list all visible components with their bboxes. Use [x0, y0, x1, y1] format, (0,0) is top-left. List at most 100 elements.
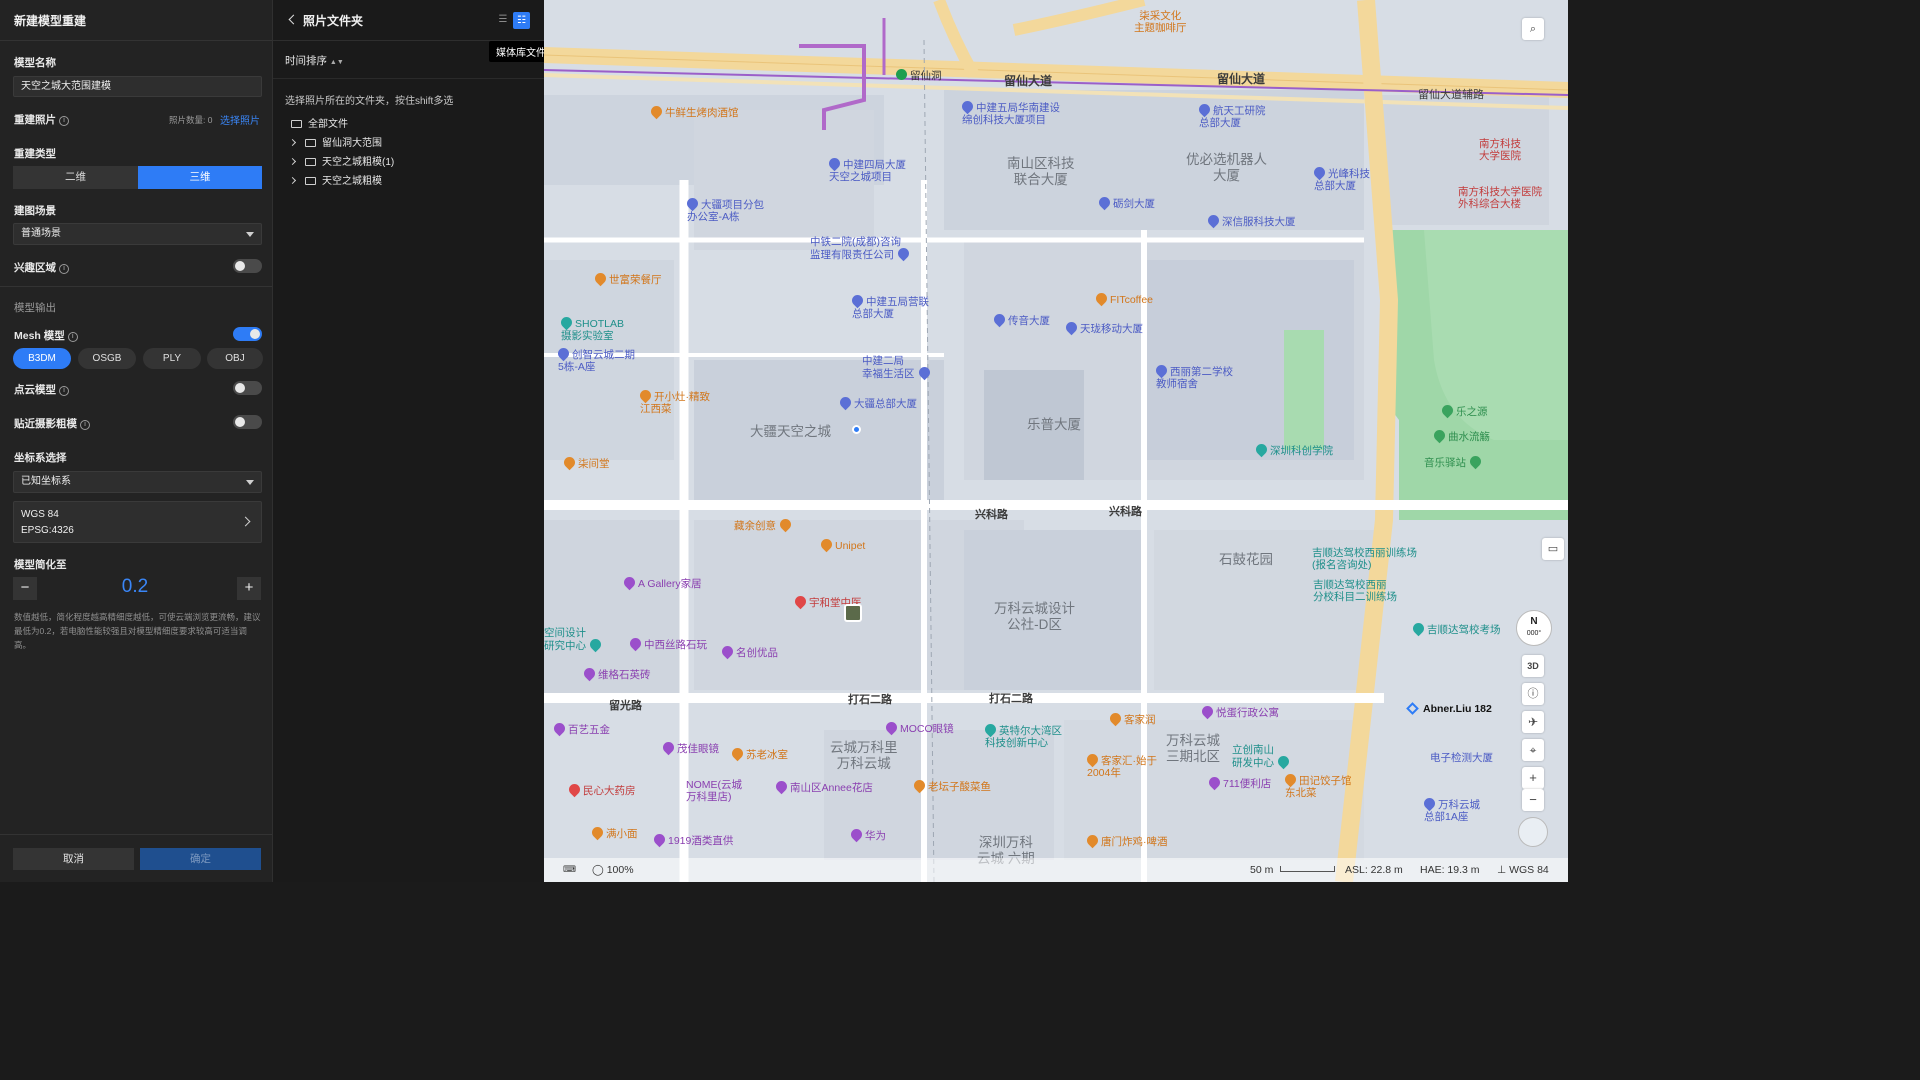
poi[interactable]: 立创南山 研发中心: [1232, 744, 1292, 770]
list-view-icon[interactable]: ☰: [496, 13, 510, 27]
format-obj[interactable]: OBJ: [207, 348, 263, 369]
poi[interactable]: 柒间堂: [561, 454, 610, 471]
poi[interactable]: 天珑移动大厦: [1063, 319, 1143, 336]
poi[interactable]: 吉顺达驾校西丽训练场 (报名咨询处): [1312, 547, 1417, 571]
sort-button[interactable]: 时间排序 ▲▼: [285, 53, 344, 68]
poi[interactable]: 空间设计 研究中心: [544, 627, 604, 653]
type-2d-button[interactable]: 二维: [13, 166, 138, 189]
user-location-label[interactable]: Abner.Liu 182: [1406, 702, 1492, 715]
search-icon[interactable]: ⌕: [1522, 18, 1544, 40]
simplify-minus-button[interactable]: −: [13, 577, 37, 600]
crs-detail[interactable]: WGS 84 EPSG:4326: [13, 501, 262, 543]
poi[interactable]: 满小面: [589, 824, 638, 841]
crs-select[interactable]: 已知坐标系: [13, 471, 262, 493]
poi[interactable]: FITcoffee: [1093, 290, 1153, 307]
roi-toggle[interactable]: [233, 259, 262, 273]
metro-station[interactable]: 留仙洞: [896, 68, 942, 83]
folder-item[interactable]: 留仙洞大范围: [288, 137, 382, 151]
poi[interactable]: 维格石英砖: [581, 665, 651, 682]
format-osgb[interactable]: OSGB: [78, 348, 136, 369]
poi[interactable]: 悦蛋行政公寓: [1199, 703, 1279, 720]
mesh-toggle[interactable]: [233, 327, 262, 341]
compass[interactable]: N 000°: [1516, 610, 1552, 646]
pointcloud-toggle[interactable]: [233, 381, 262, 395]
select-photos-link[interactable]: 选择照片: [220, 112, 260, 127]
scene-select[interactable]: 普通场景: [13, 223, 262, 245]
map-view[interactable]: 留仙大道 留仙大道 留仙大道辅路 兴科路 兴科路 打石二路 打石二路 留光路 留…: [544, 0, 1568, 882]
media-library-icon[interactable]: ☷: [513, 12, 530, 29]
poi[interactable]: 民心大药房: [566, 781, 636, 798]
poi[interactable]: 中西丝路石玩: [627, 635, 707, 652]
cancel-button[interactable]: 取消: [13, 848, 134, 870]
format-ply[interactable]: PLY: [143, 348, 201, 369]
poi[interactable]: MOCO眼镜: [883, 719, 954, 736]
3d-toggle-button[interactable]: 3D: [1522, 655, 1544, 677]
expand-icon[interactable]: [288, 176, 297, 185]
poi[interactable]: SHOTLAB 摄影实验室: [558, 314, 624, 342]
poi[interactable]: 南方科技大学医院 外科综合大楼: [1458, 186, 1542, 210]
simplify-plus-button[interactable]: +: [237, 577, 261, 600]
poi[interactable]: 老坛子酸菜鱼: [911, 777, 991, 794]
poi[interactable]: 南方科技 大学医院: [1479, 138, 1521, 162]
poi[interactable]: 曲水流觞: [1431, 427, 1490, 444]
poi[interactable]: 华为: [848, 826, 886, 843]
poi[interactable]: 百艺五金: [551, 720, 610, 737]
poi[interactable]: 苏老冰室: [729, 745, 788, 762]
poi[interactable]: 客家汇·始于 2004年: [1084, 751, 1157, 779]
poi[interactable]: NOME(云城 万科里店): [686, 779, 742, 803]
info-icon[interactable]: ⓘ: [1522, 683, 1544, 705]
poi[interactable]: 英特尔大湾区 科技创新中心: [982, 721, 1062, 749]
poi[interactable]: 中建五局营联 总部大厦: [849, 292, 929, 320]
poi[interactable]: 藏余创意: [734, 516, 794, 533]
poi[interactable]: 创智云城二期 5栋-A座: [555, 345, 635, 373]
poi[interactable]: 1919酒类直供: [651, 831, 733, 848]
poi[interactable]: 客家润: [1107, 710, 1156, 727]
poi[interactable]: 深圳科创学院: [1253, 441, 1333, 458]
confirm-button[interactable]: 确定: [140, 848, 261, 870]
simplify-value[interactable]: 0.2: [60, 576, 210, 598]
poi[interactable]: 世富荣餐厅: [592, 270, 662, 287]
expand-icon[interactable]: [288, 138, 297, 147]
zoom-out-button[interactable]: −: [1522, 789, 1544, 811]
poi[interactable]: 大疆总部大厦: [837, 394, 917, 411]
poi[interactable]: 大疆项目分包 办公室-A栋: [684, 195, 764, 223]
poi[interactable]: 传音大厦: [991, 311, 1050, 328]
poi[interactable]: 中建四局大厦 天空之城项目: [826, 155, 906, 183]
chevron-left-icon[interactable]: [288, 14, 299, 25]
poi[interactable]: 711便利店: [1206, 774, 1271, 791]
folder-item[interactable]: 天空之城粗模(1): [288, 156, 394, 170]
layer-switch-icon[interactable]: [1518, 817, 1548, 847]
poi[interactable]: 光峰科技 总部大厦: [1311, 164, 1370, 192]
poi[interactable]: 开小灶·精致 江西菜: [637, 387, 710, 415]
poi[interactable]: A Gallery家居: [621, 574, 702, 591]
format-b3dm[interactable]: B3DM: [13, 348, 71, 369]
poi[interactable]: 唐门炸鸡·啤酒: [1084, 832, 1168, 849]
feedback-icon[interactable]: ▭: [1542, 538, 1564, 560]
poi[interactable]: 航天工研院 总部大厦: [1196, 101, 1266, 129]
aircraft-icon[interactable]: ✈: [1522, 711, 1544, 733]
poi[interactable]: 中铁二院(成都)咨询 监理有限责任公司: [810, 236, 912, 262]
folder-item[interactable]: 天空之城粗模: [288, 175, 382, 189]
poi[interactable]: 中建五局华南建设 绵创科技大厦项目: [959, 98, 1060, 126]
poi[interactable]: 吉顺达驾校考场: [1410, 620, 1501, 637]
poi[interactable]: 砺剑大厦: [1096, 194, 1155, 211]
poi[interactable]: 中建二局 幸福生活区: [862, 355, 933, 381]
poi[interactable]: 乐之源: [1439, 402, 1488, 419]
poi[interactable]: 音乐驿站: [1424, 453, 1484, 470]
near-model-toggle[interactable]: [233, 415, 262, 429]
poi[interactable]: 柒采文化 主题咖啡厅: [1134, 10, 1187, 34]
folder-root[interactable]: 全部文件: [291, 118, 348, 132]
keyboard-icon[interactable]: ⌨: [563, 864, 576, 875]
locate-icon[interactable]: ⌖: [1522, 739, 1544, 761]
expand-icon[interactable]: [288, 157, 297, 166]
poi[interactable]: 西丽第二学校 教师宿舍: [1153, 362, 1233, 390]
poi[interactable]: 万科云城 总部1A座: [1421, 795, 1480, 823]
model-name-input[interactable]: 天空之城大范围建模: [13, 76, 262, 97]
poi[interactable]: 名创优品: [719, 643, 778, 660]
poi[interactable]: 南山区Annee花店: [773, 778, 873, 795]
poi[interactable]: 茂佳眼镜: [660, 739, 719, 756]
poi[interactable]: 牛鲜生烤肉酒馆: [648, 103, 739, 120]
zoom-in-button[interactable]: +: [1522, 767, 1544, 789]
poi[interactable]: Unipet: [818, 536, 865, 553]
poi[interactable]: 深信服科技大厦: [1205, 212, 1296, 229]
